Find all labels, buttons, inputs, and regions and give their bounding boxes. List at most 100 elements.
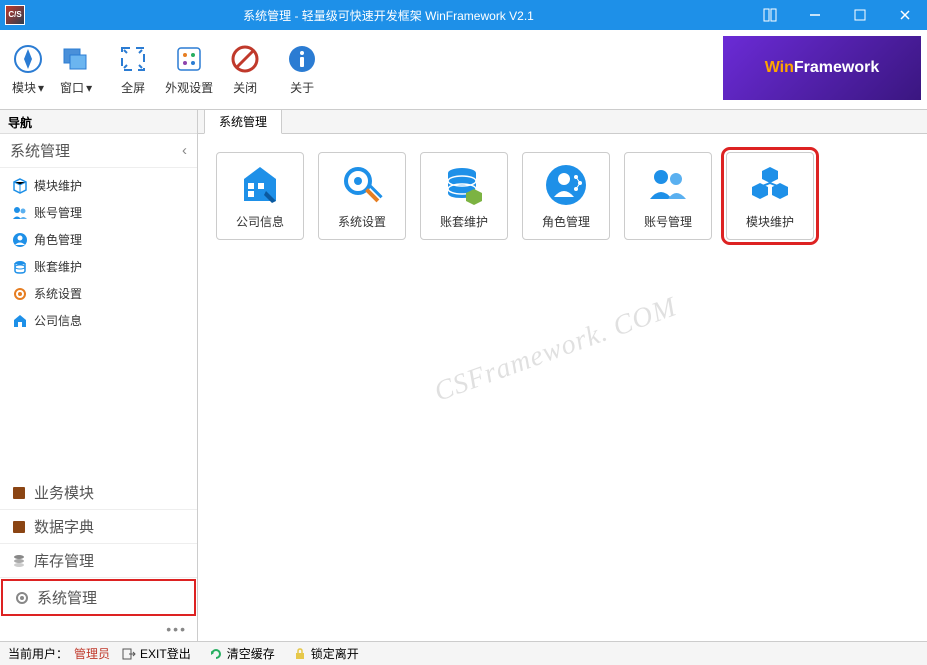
acc-head-business[interactable]: 业务模块 (0, 476, 197, 510)
exit-label: EXIT登出 (140, 645, 191, 662)
acc-body: 模块维护 账号管理 角色管理 账套维护 系统设置 (0, 168, 197, 338)
acc-head-system-manage[interactable]: 系统管理 (0, 134, 197, 168)
acc-head-inventory[interactable]: 库存管理 (0, 544, 197, 578)
nav-label: 账号管理 (34, 204, 82, 221)
fullscreen-button[interactable]: 全屏 (109, 32, 157, 107)
stack-icon (10, 552, 28, 570)
lock-button[interactable]: 锁定离开 (287, 645, 365, 662)
nav-label: 公司信息 (34, 312, 82, 329)
clear-cache-label: 清空缓存 (227, 645, 275, 662)
nav-label: 系统设置 (34, 285, 82, 302)
lock-label: 锁定离开 (311, 645, 359, 662)
chevron-down-icon: ▾ (38, 81, 44, 95)
title-bar: C/S 系统管理 - 轻量级可快速开发框架 WinFramework V2.1 (0, 0, 927, 30)
card-label: 账号管理 (644, 213, 692, 230)
close-label: 关闭 (233, 79, 257, 96)
card-company-info[interactable]: 公司信息 (216, 152, 304, 240)
chevron-down-icon: ▾ (86, 81, 92, 95)
cube-icon (12, 178, 28, 194)
gear-icon (13, 589, 31, 607)
book-icon (10, 518, 28, 536)
nav-module-maintain[interactable]: 模块维护 (0, 172, 197, 199)
forbidden-icon (229, 43, 261, 75)
window-button[interactable]: 窗口▾ (52, 32, 100, 107)
gear-star-icon (12, 286, 28, 302)
windows-icon (60, 43, 92, 75)
acc-label: 系统管理 (37, 587, 97, 608)
window-title: 系统管理 - 轻量级可快速开发框架 WinFramework V2.1 (30, 7, 747, 24)
page: 公司信息 系统设置 账套维护 角色管理 (198, 134, 927, 641)
user-label: 当前用户： (8, 645, 68, 662)
module-button[interactable]: 模块▾ (4, 32, 52, 107)
tab-system-manage[interactable]: 系统管理 (204, 109, 282, 134)
database-icon (12, 259, 28, 275)
app-logo: C/S (5, 5, 25, 25)
acc-label: 库存管理 (34, 550, 94, 571)
appearance-button[interactable]: 外观设置 (157, 32, 221, 107)
nav-ledger-maintain[interactable]: 账套维护 (0, 253, 197, 280)
about-label: 关于 (290, 79, 314, 96)
close-button[interactable]: 关闭 (221, 32, 269, 107)
close-window-button[interactable] (882, 0, 927, 30)
users-group-icon (646, 163, 690, 207)
lock-icon (293, 647, 307, 661)
content: 系统管理 公司信息 系统设置 账套维护 (198, 110, 927, 641)
maximize-button[interactable] (837, 0, 882, 30)
nav-header: 导航 (0, 110, 197, 134)
card-label: 公司信息 (236, 213, 284, 230)
palette-icon (173, 43, 205, 75)
nav-role-manage[interactable]: 角色管理 (0, 226, 197, 253)
window-label: 窗口 (60, 79, 84, 96)
card-label: 账套维护 (440, 213, 488, 230)
nav-company-info[interactable]: 公司信息 (0, 307, 197, 334)
card-label: 角色管理 (542, 213, 590, 230)
acc-head-system[interactable]: 系统管理 (1, 579, 196, 616)
card-ledger-maintain[interactable]: 账套维护 (420, 152, 508, 240)
card-label: 模块维护 (746, 213, 794, 230)
card-label: 系统设置 (338, 213, 386, 230)
info-icon (286, 43, 318, 75)
user-share-icon (544, 163, 588, 207)
more-button[interactable]: ••• (0, 617, 197, 641)
clear-cache-button[interactable]: 清空缓存 (203, 645, 281, 662)
brand-banner: WinFramework (723, 36, 921, 100)
user-name: 管理员 (74, 645, 110, 662)
nav-system-settings[interactable]: 系统设置 (0, 280, 197, 307)
acc-label: 业务模块 (34, 482, 94, 503)
card-account-manage[interactable]: 账号管理 (624, 152, 712, 240)
nav-account-manage[interactable]: 账号管理 (0, 199, 197, 226)
about-button[interactable]: 关于 (278, 32, 326, 107)
tab-strip: 系统管理 (198, 110, 927, 134)
minimize-button[interactable] (792, 0, 837, 30)
card-system-settings[interactable]: 系统设置 (318, 152, 406, 240)
gear-tools-icon (340, 163, 384, 207)
brand-framework: Framework (794, 59, 879, 76)
snap-button[interactable] (747, 0, 792, 30)
refresh-icon (209, 647, 223, 661)
acc-label: 数据字典 (34, 516, 94, 537)
sidebar: 导航 系统管理 模块维护 账号管理 角色管理 (0, 110, 198, 641)
nav-label: 角色管理 (34, 231, 82, 248)
nav-label: 账套维护 (34, 258, 82, 275)
book-icon (10, 484, 28, 502)
card-module-maintain[interactable]: 模块维护 (726, 152, 814, 240)
status-bar: 当前用户： 管理员 EXIT登出 清空缓存 锁定离开 (0, 641, 927, 665)
fullscreen-label: 全屏 (121, 79, 145, 96)
appearance-label: 外观设置 (165, 79, 213, 96)
house-edit-icon (238, 163, 282, 207)
acc-head-dict[interactable]: 数据字典 (0, 510, 197, 544)
fullscreen-icon (117, 43, 149, 75)
brand-win: Win (765, 59, 794, 76)
exit-icon (122, 647, 136, 661)
house-icon (12, 313, 28, 329)
users-icon (12, 205, 28, 221)
watermark: CSFramework. COM (430, 291, 681, 408)
module-label: 模块 (12, 79, 36, 96)
toolbar: 模块▾ 窗口▾ 全屏 外观设置 关闭 (0, 30, 927, 110)
nav-label: 模块维护 (34, 177, 82, 194)
exit-button[interactable]: EXIT登出 (116, 645, 197, 662)
card-role-manage[interactable]: 角色管理 (522, 152, 610, 240)
acc-title: 系统管理 (10, 140, 70, 161)
modules-icon (748, 163, 792, 207)
compass-icon (12, 43, 44, 75)
